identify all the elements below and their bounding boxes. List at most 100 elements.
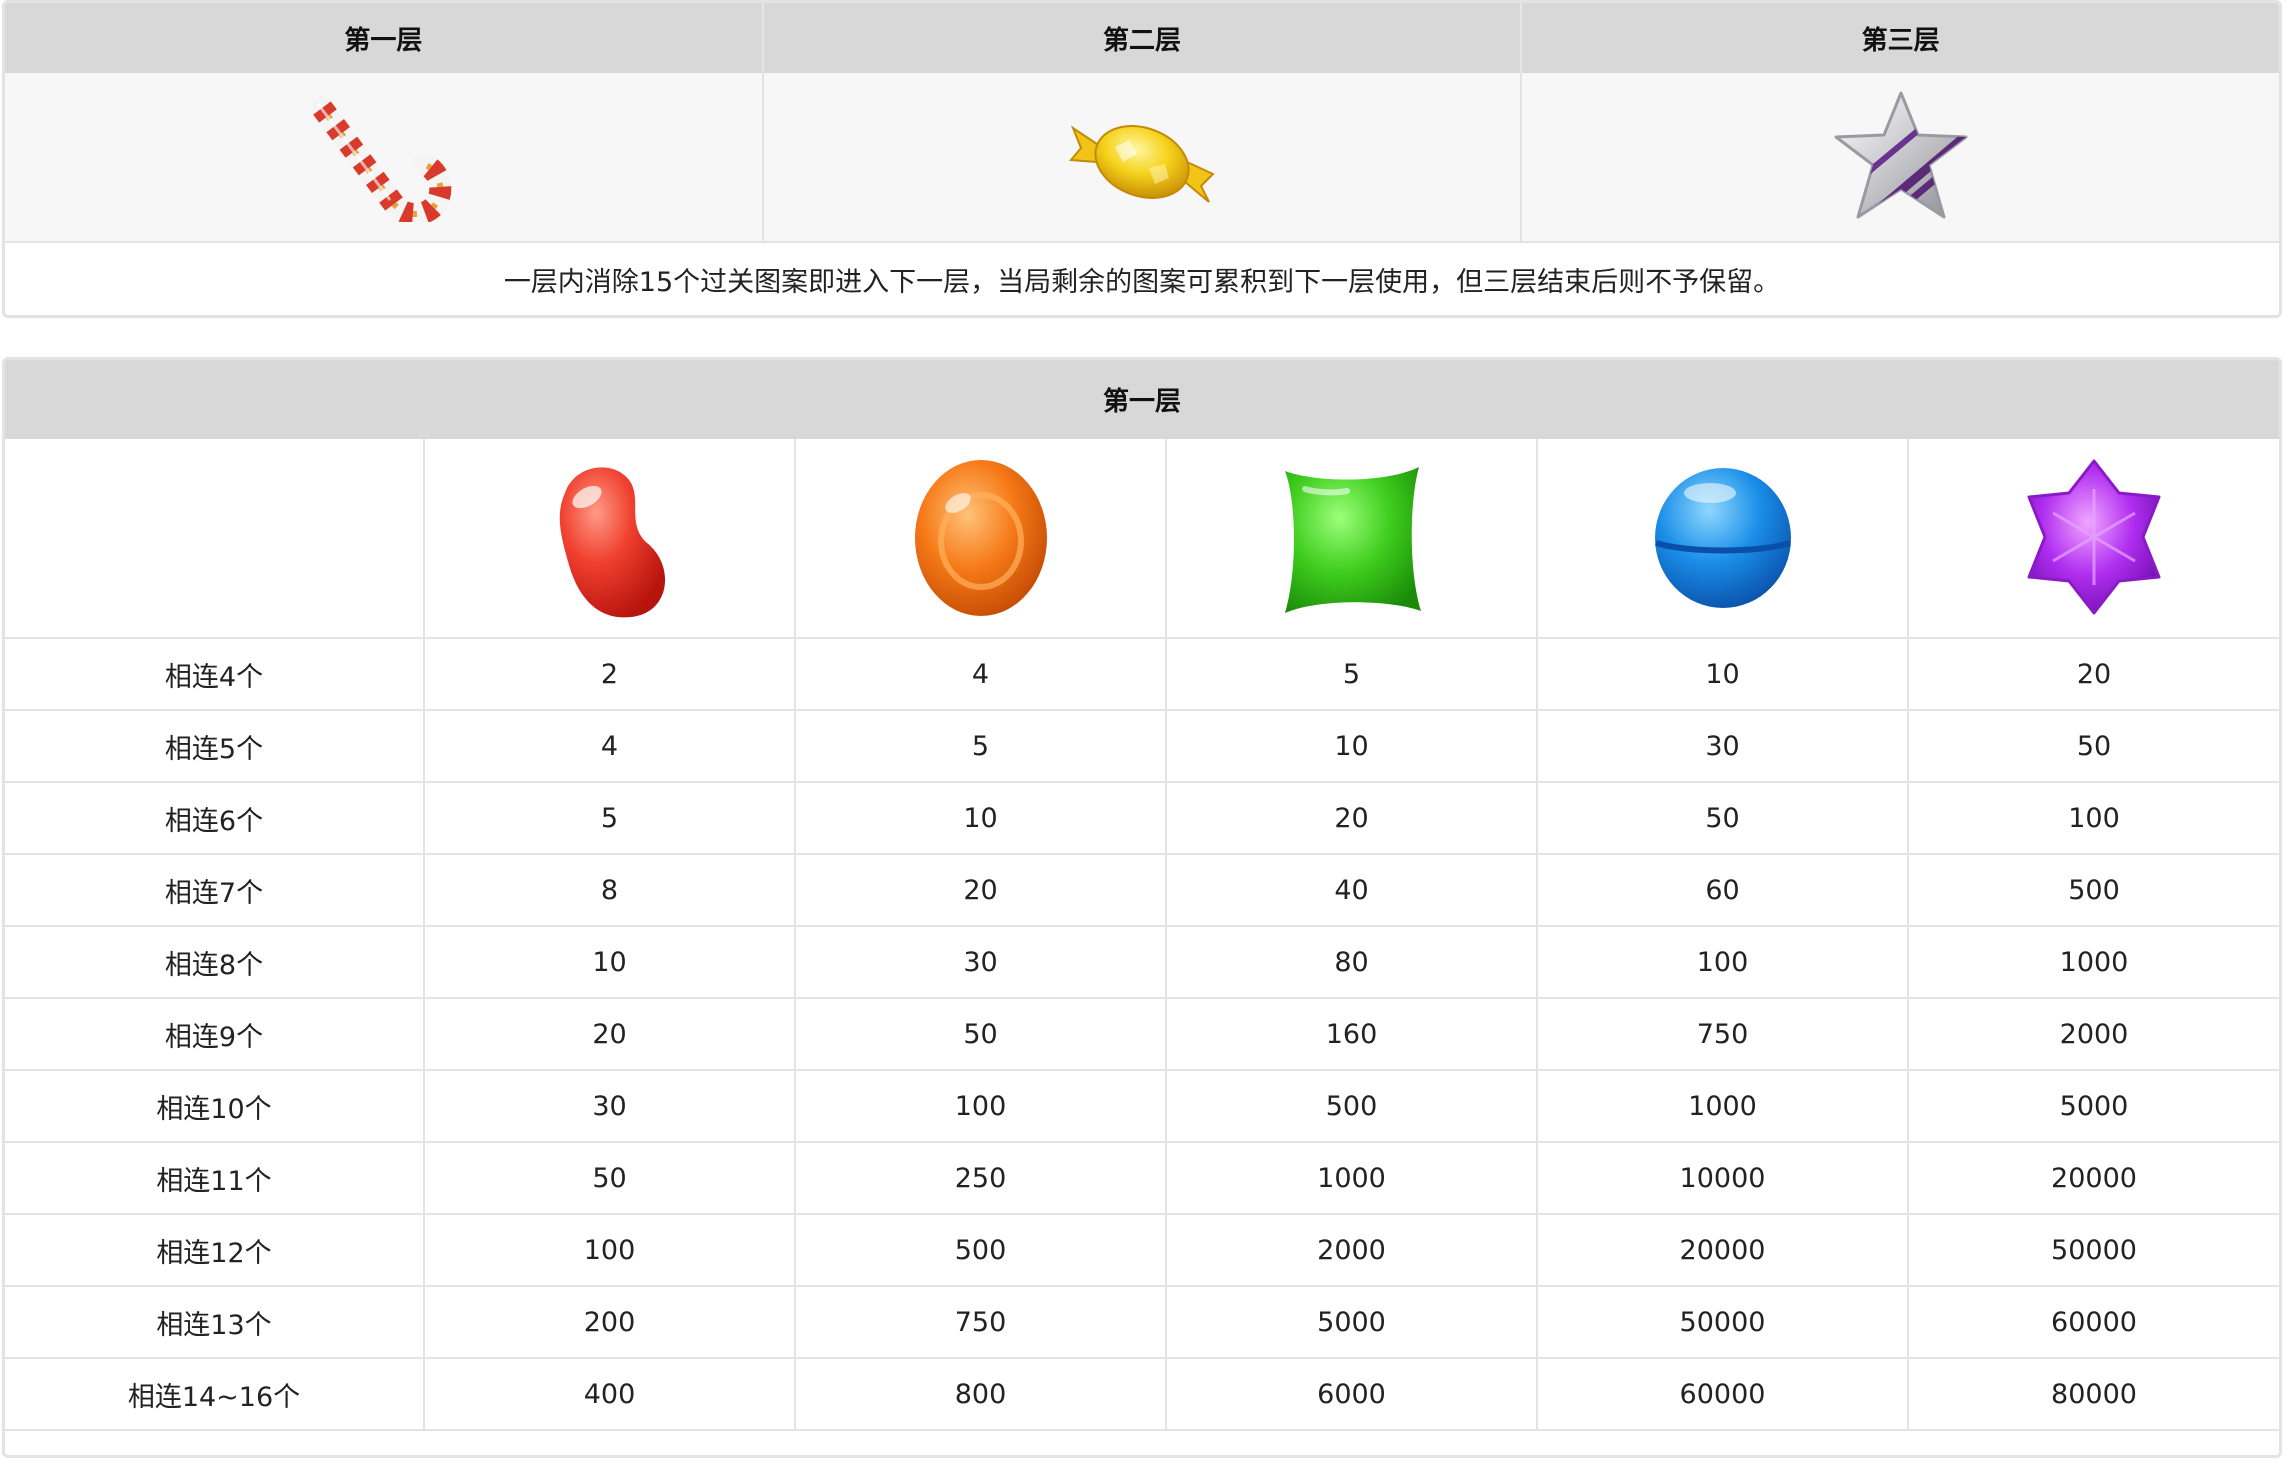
symbol-cell-orange — [794, 439, 1167, 639]
table-row: 相连13个 200 750 5000 50000 60000 — [5, 1285, 2279, 1359]
payout-value: 50 — [794, 997, 1167, 1071]
orange-round-candy-icon — [914, 460, 1047, 616]
payout-value: 500 — [1907, 853, 2279, 927]
level-3-header: 第三层 — [1520, 3, 2279, 73]
payout-value: 20000 — [1907, 1141, 2279, 1215]
payout-value: 50000 — [1536, 1285, 1909, 1359]
payout-value: 750 — [794, 1285, 1167, 1359]
payout-value: 5 — [423, 781, 796, 855]
row-label: 相连4个 — [5, 637, 425, 711]
payout-table: 相连4个 2 4 5 10 20 相连5个 4 5 10 30 50 相连6个 5 10 20 50 100 相连7… — [5, 439, 2279, 1431]
payout-title: 第一层 — [5, 360, 2279, 439]
table-row: 相连14~16个 400 800 6000 60000 80000 — [5, 1357, 2279, 1431]
payout-value: 80000 — [1907, 1357, 2279, 1431]
payout-value: 1000 — [1907, 925, 2279, 999]
payout-value: 500 — [1165, 1069, 1538, 1143]
level-1-icon-cell — [5, 73, 762, 241]
table-row: 相连12个 100 500 2000 20000 50000 — [5, 1213, 2279, 1287]
levels-note: 一层内消除15个过关图案即进入下一层，当局剩余的图案可累积到下一层使用，但三层结… — [5, 243, 2279, 315]
symbol-cell-blue — [1536, 439, 1909, 639]
table-row: 相连10个 30 100 500 1000 5000 — [5, 1069, 2279, 1143]
payout-value: 20000 — [1536, 1213, 1909, 1287]
payout-value: 6000 — [1165, 1357, 1538, 1431]
table-row: 相连7个 8 20 40 60 500 — [5, 853, 2279, 927]
row-label: 相连12个 — [5, 1213, 425, 1287]
payout-value: 80 — [1165, 925, 1538, 999]
row-label: 相连6个 — [5, 781, 425, 855]
payout-value: 800 — [794, 1357, 1167, 1431]
payout-value: 20 — [794, 853, 1167, 927]
payout-value: 750 — [1536, 997, 1909, 1071]
row-label: 相连8个 — [5, 925, 425, 999]
payout-value: 50 — [1536, 781, 1909, 855]
row-label: 相连11个 — [5, 1141, 425, 1215]
payout-value: 60000 — [1907, 1285, 2279, 1359]
payout-value: 5000 — [1907, 1069, 2279, 1143]
symbol-row — [5, 439, 2279, 639]
payout-value: 4 — [794, 637, 1167, 711]
levels-icon-row — [5, 73, 2279, 243]
payout-value: 60000 — [1536, 1357, 1909, 1431]
payout-value: 60 — [1536, 853, 1909, 927]
payout-value: 160 — [1165, 997, 1538, 1071]
payout-value: 250 — [794, 1141, 1167, 1215]
payout-value: 20 — [1907, 637, 2279, 711]
table-row: 相连8个 10 30 80 100 1000 — [5, 925, 2279, 999]
payout-value: 40 — [1165, 853, 1538, 927]
blue-ball-candy-icon — [1654, 468, 1791, 608]
payout-value: 100 — [1907, 781, 2279, 855]
payout-value: 50000 — [1907, 1213, 2279, 1287]
payout-value: 50 — [423, 1141, 796, 1215]
payout-value: 30 — [794, 925, 1167, 999]
table-row: 相连5个 4 5 10 30 50 — [5, 709, 2279, 783]
payout-value: 100 — [423, 1213, 796, 1287]
payout-value: 200 — [423, 1285, 796, 1359]
payout-value: 500 — [794, 1213, 1167, 1287]
purple-hexagon-candy-icon — [2027, 459, 2161, 615]
payout-value: 10 — [423, 925, 796, 999]
payout-value: 2 — [423, 637, 796, 711]
payout-panel: 第一层 相连4个 2 4 5 10 20 相连5个 4 5 10 30 50 相… — [2, 357, 2282, 1458]
payout-value: 5 — [794, 709, 1167, 783]
table-row: 相连4个 2 4 5 10 20 — [5, 637, 2279, 711]
payout-value: 4 — [423, 709, 796, 783]
payout-value: 20 — [423, 997, 796, 1071]
row-label: 相连14~16个 — [5, 1357, 425, 1431]
payout-value: 2000 — [1165, 1213, 1538, 1287]
row-label: 相连10个 — [5, 1069, 425, 1143]
symbol-cell-green — [1165, 439, 1538, 639]
red-jellybean-icon — [559, 467, 665, 618]
payout-value: 8 — [423, 853, 796, 927]
payout-value: 5 — [1165, 637, 1538, 711]
payout-value: 1000 — [1165, 1141, 1538, 1215]
row-label: 相连9个 — [5, 997, 425, 1071]
payout-value: 400 — [423, 1357, 796, 1431]
row-label: 相连7个 — [5, 853, 425, 927]
symbol-row-blank — [5, 439, 425, 639]
row-label: 相连5个 — [5, 709, 425, 783]
payout-value: 1000 — [1536, 1069, 1909, 1143]
payout-value: 2000 — [1907, 997, 2279, 1071]
levels-header-row: 第一层 第二层 第三层 — [5, 3, 2279, 73]
table-row: 相连9个 20 50 160 750 2000 — [5, 997, 2279, 1071]
payout-value: 100 — [794, 1069, 1167, 1143]
table-row: 相连6个 5 10 20 50 100 — [5, 781, 2279, 855]
payout-value: 30 — [1536, 709, 1909, 783]
row-label: 相连13个 — [5, 1285, 425, 1359]
green-square-candy-icon — [1284, 467, 1421, 613]
symbol-cell-red — [423, 439, 796, 639]
table-row: 相连11个 50 250 1000 10000 20000 — [5, 1141, 2279, 1215]
striped-star-candy-icon — [1834, 91, 1968, 219]
payout-value: 5000 — [1165, 1285, 1538, 1359]
symbol-cell-purple — [1907, 439, 2279, 639]
level-1-header: 第一层 — [344, 25, 423, 56]
levels-panel: 第一层 第二层 第三层 一层内消除15个过关图案即进入下一层，当局剩余的图案可累… — [2, 0, 2282, 318]
payout-value: 30 — [423, 1069, 796, 1143]
level-2-header: 第二层 — [761, 3, 1521, 73]
payout-value: 50 — [1907, 709, 2279, 783]
payout-value: 10 — [1536, 637, 1909, 711]
wrapped-yellow-candy-icon — [1068, 125, 1215, 203]
level-2-icon-cell — [761, 73, 1521, 241]
payout-value: 10 — [794, 781, 1167, 855]
candy-cane-icon — [311, 97, 452, 222]
